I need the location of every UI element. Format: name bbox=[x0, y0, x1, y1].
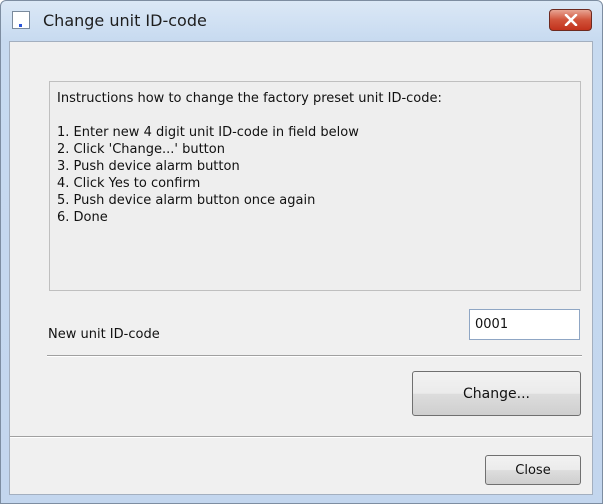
window-title: Change unit ID-code bbox=[43, 11, 207, 30]
divider bbox=[10, 436, 592, 438]
divider bbox=[47, 355, 582, 357]
close-icon bbox=[564, 14, 577, 26]
instruction-step: 6. Done bbox=[57, 210, 108, 225]
instructions-panel: Instructions how to change the factory p… bbox=[49, 81, 581, 291]
instructions-heading: Instructions how to change the factory p… bbox=[57, 91, 442, 106]
instruction-step: 4. Click Yes to confirm bbox=[57, 176, 201, 191]
app-window-icon bbox=[12, 11, 30, 29]
dialog-content: Instructions how to change the factory p… bbox=[9, 41, 593, 495]
window-close-button[interactable] bbox=[549, 9, 592, 31]
instruction-step: 5. Push device alarm button once again bbox=[57, 193, 316, 208]
instruction-step: 1. Enter new 4 digit unit ID-code in fie… bbox=[57, 125, 359, 140]
unit-id-input[interactable] bbox=[469, 309, 580, 340]
unit-id-label: New unit ID-code bbox=[48, 327, 160, 342]
instruction-step: 2. Click 'Change...' button bbox=[57, 142, 225, 157]
instruction-step: 3. Push device alarm button bbox=[57, 159, 240, 174]
close-button[interactable]: Close bbox=[485, 455, 581, 485]
title-bar[interactable]: Change unit ID-code bbox=[1, 1, 602, 41]
dialog-window: Change unit ID-code Instructions how to … bbox=[0, 0, 603, 504]
change-button[interactable]: Change... bbox=[412, 371, 581, 416]
